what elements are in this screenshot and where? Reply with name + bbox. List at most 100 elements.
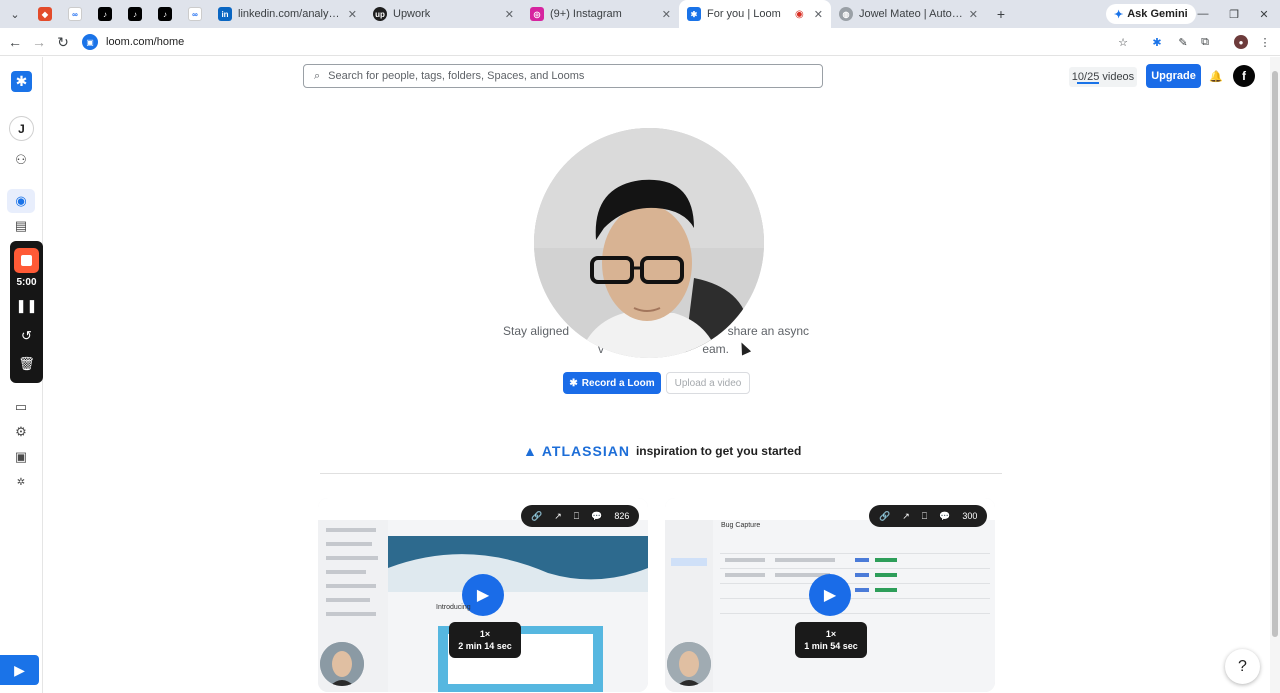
meta-favicon-icon: ∞: [188, 7, 202, 21]
comments-icon[interactable]: 💬: [939, 511, 950, 522]
comments-icon[interactable]: 💬: [591, 511, 602, 522]
tab-loom[interactable]: ✱ For you | Loom ◉ ✕: [679, 0, 831, 28]
settings-gear-icon[interactable]: ⚙: [7, 420, 35, 444]
notifications-bell-icon[interactable]: 🔔: [1208, 68, 1224, 84]
bookmark-star-icon[interactable]: ☆: [1116, 35, 1130, 49]
section-divider: [320, 473, 1002, 474]
workspace-avatar[interactable]: J: [9, 116, 34, 141]
for-you-icon[interactable]: ◉: [7, 189, 35, 213]
tab-linkedin[interactable]: in linkedin.com/analytics/profile-v ✕: [210, 0, 365, 28]
url-field[interactable]: ▣ loom.com/home: [82, 31, 1142, 53]
upgrade-button[interactable]: Upgrade: [1146, 64, 1201, 88]
stop-recording-button[interactable]: [14, 248, 39, 273]
user-avatar[interactable]: f: [1233, 65, 1255, 87]
copy-link-icon[interactable]: 🔗: [879, 511, 890, 522]
video-card[interactable]: 🔗 ↗ ⎕ 💬 826 ▶ 1× 2 min 14 sec Introducin…: [318, 498, 648, 692]
tab-pinned-4[interactable]: ♪: [120, 0, 150, 28]
search-input[interactable]: ⌕ Search for people, tags, folders, Spac…: [303, 64, 823, 88]
back-icon[interactable]: ←: [3, 30, 27, 54]
tab-instagram[interactable]: ◎ (9+) Instagram ✕: [522, 0, 679, 28]
tab-pinned-3[interactable]: ♪: [90, 0, 120, 28]
instagram-favicon-icon: ◎: [530, 7, 544, 21]
tab-pinned-6[interactable]: ∞: [180, 0, 210, 28]
restart-icon: ↺: [21, 328, 32, 343]
tab-upwork[interactable]: up Upwork ✕: [365, 0, 522, 28]
close-icon[interactable]: ✕: [969, 8, 978, 21]
tab-label: (9+) Instagram: [550, 8, 622, 20]
stop-icon: [21, 255, 32, 266]
window-close-icon[interactable]: ✕: [1249, 0, 1279, 28]
recording-timer: 5:00: [16, 277, 37, 288]
help-icon: ?: [1238, 657, 1247, 675]
trash-icon: 🗑: [18, 356, 35, 371]
tab-label: Jowel Mateo | Automation Engi: [859, 8, 963, 20]
open-external-icon[interactable]: ↗: [902, 511, 910, 522]
bookmark-icon[interactable]: ⎕: [574, 511, 579, 522]
pause-button[interactable]: ❚❚: [14, 295, 39, 317]
tab-portfolio[interactable]: ◍ Jowel Mateo | Automation Engi ✕: [831, 0, 986, 28]
profile-avatar-icon[interactable]: ●: [1234, 35, 1248, 49]
pen-extension-icon[interactable]: ✎: [1176, 35, 1190, 49]
thumbnail-caption: Introducing: [436, 604, 471, 611]
linkedin-favicon-icon: in: [218, 7, 232, 21]
close-icon[interactable]: ✕: [348, 8, 357, 21]
atlassian-brand-text: ATLASSIAN: [541, 443, 630, 459]
loom-extension-icon[interactable]: ✱: [1150, 35, 1164, 49]
tagline-left: Stay aligned: [503, 324, 570, 338]
video-camera-icon: ▶: [14, 661, 25, 678]
screen-icon[interactable]: ▣: [7, 445, 35, 469]
url-text: loom.com/home: [106, 36, 185, 48]
copy-link-icon[interactable]: 🔗: [531, 511, 542, 522]
ask-gemini-label: Ask Gemini: [1127, 8, 1188, 20]
delete-recording-button[interactable]: 🗑: [14, 353, 39, 375]
tab-pinned-2[interactable]: ∞: [60, 0, 90, 28]
new-tab-icon[interactable]: +: [986, 0, 1016, 28]
webcam-bubble[interactable]: [534, 128, 764, 358]
page-scrollbar[interactable]: [1270, 57, 1280, 693]
bookmark-icon[interactable]: ⎕: [922, 511, 927, 522]
admin-icon[interactable]: ✲: [7, 470, 35, 494]
video-quota-badge[interactable]: 10/25 videos: [1069, 67, 1137, 87]
presenter-face-image: [667, 642, 711, 686]
close-icon[interactable]: ✕: [662, 8, 671, 21]
recording-controls: 5:00 ❚❚ ↺ 🗑: [10, 241, 43, 383]
tiktok-favicon-icon: ♪: [98, 7, 112, 21]
invite-user-icon[interactable]: ⚇: [7, 148, 35, 172]
inspiration-text: inspiration to get you started: [635, 444, 802, 458]
browser-menu-icon[interactable]: ⋮: [1258, 35, 1272, 49]
ask-gemini-button[interactable]: ✦ Ask Gemini: [1106, 4, 1196, 24]
extensions-icon[interactable]: ⧉: [1198, 35, 1212, 49]
comment-count: 300: [962, 511, 978, 521]
main-content: ⌕ Search for people, tags, folders, Spac…: [43, 57, 1270, 693]
site-info-icon[interactable]: ▣: [82, 34, 98, 50]
record-a-loom-button[interactable]: ✱ Record a Loom: [563, 372, 661, 394]
tab-pinned-1[interactable]: ◆: [30, 0, 60, 28]
scrollbar-thumb[interactable]: [1272, 71, 1278, 637]
library-icon[interactable]: ▤: [7, 214, 35, 238]
video-card[interactable]: 🔗 ↗ ⎕ 💬 300 Bug Capture ▶ 1× 1 min 54 se…: [665, 498, 995, 692]
restore-icon[interactable]: ❐: [1219, 0, 1249, 28]
loom-logo-icon[interactable]: ✱: [11, 71, 32, 92]
minimize-icon[interactable]: —: [1188, 0, 1218, 28]
play-button[interactable]: ▶: [809, 574, 851, 616]
tab-pinned-5[interactable]: ♪: [150, 0, 180, 28]
upload-video-button[interactable]: Upload a video: [666, 372, 750, 394]
new-recording-button[interactable]: ▶: [0, 655, 39, 685]
help-button[interactable]: ?: [1225, 649, 1260, 684]
restart-button[interactable]: ↺: [14, 325, 39, 347]
forward-icon[interactable]: →: [27, 30, 51, 54]
duration-badge: 1× 1 min 54 sec: [795, 622, 867, 658]
tab-search-dropdown-icon[interactable]: ⌄: [0, 0, 30, 28]
recording-indicator-icon: ◉: [795, 8, 804, 20]
inspiration-heading: ▲ ATLASSIAN inspiration to get you start…: [523, 443, 823, 459]
video-duration: 2 min 14 sec: [458, 641, 512, 651]
pause-icon: ❚❚: [15, 298, 38, 313]
close-icon[interactable]: ✕: [505, 8, 514, 21]
address-bar-row: ← → ↻ ▣ loom.com/home ☆ ✱ ✎ ⧉ ● ⋮: [0, 28, 1280, 56]
search-placeholder: Search for people, tags, folders, Spaces…: [328, 70, 585, 82]
close-icon[interactable]: ✕: [814, 8, 823, 21]
playback-speed: 1×: [479, 629, 491, 639]
open-external-icon[interactable]: ↗: [554, 511, 562, 522]
notes-icon[interactable]: ▭: [7, 395, 35, 419]
reload-icon[interactable]: ↻: [51, 30, 75, 54]
